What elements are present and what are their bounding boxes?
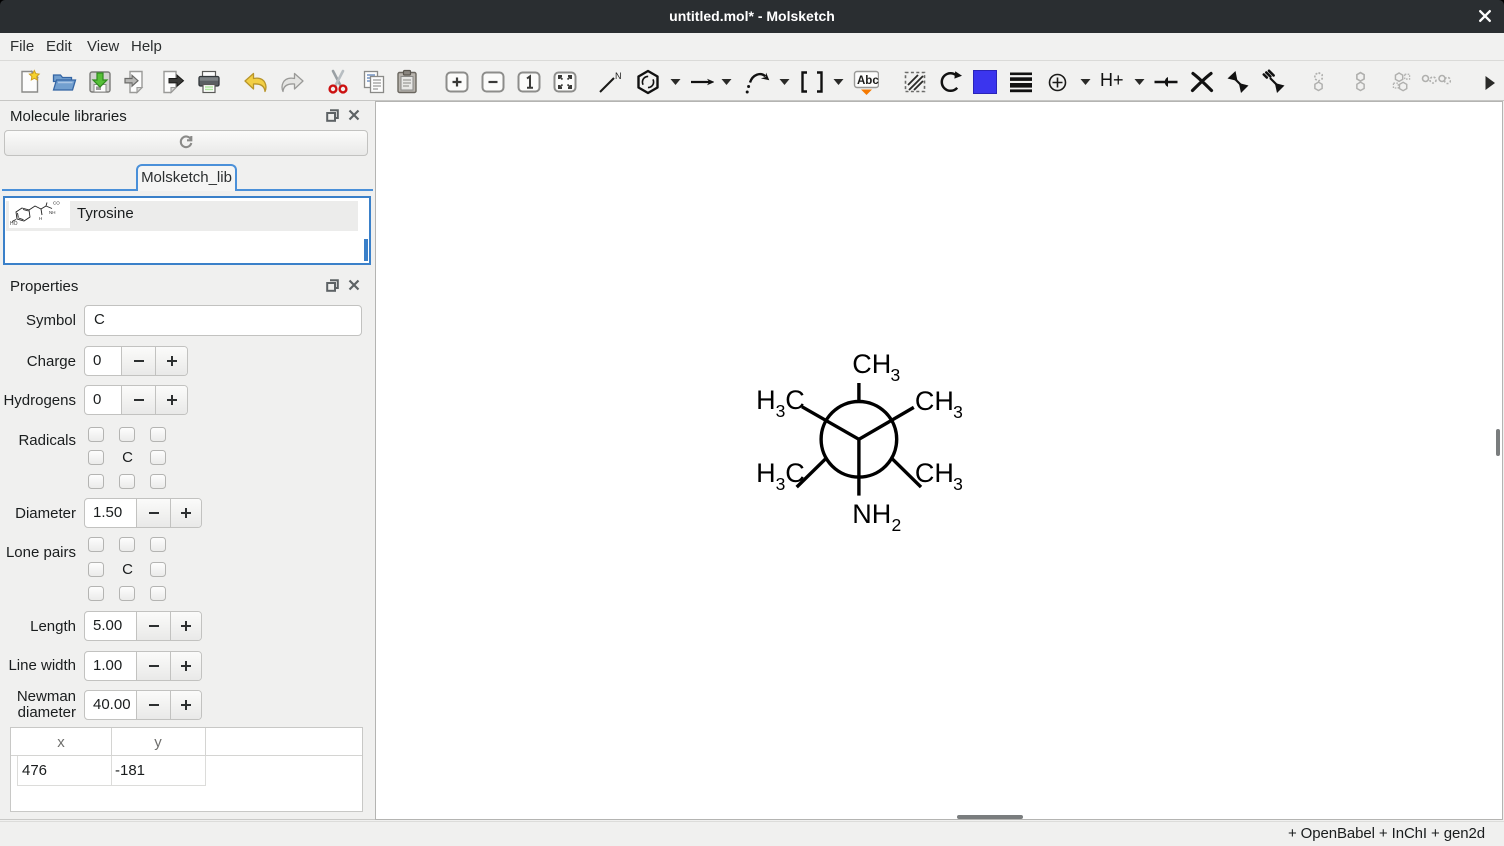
svg-text:HO: HO [10, 221, 18, 227]
svg-text:3: 3 [776, 474, 786, 494]
svg-text:3: 3 [953, 402, 963, 422]
svg-text:NH: NH [49, 210, 56, 215]
svg-text:2: 2 [892, 515, 902, 535]
svg-text:NH: NH [852, 499, 891, 529]
svg-text:CH: CH [915, 386, 954, 416]
svg-text:N: N [615, 71, 622, 81]
svg-text:H: H [756, 458, 776, 488]
svg-text:CH: CH [915, 458, 954, 488]
svg-text:3: 3 [953, 474, 963, 494]
svg-text:C: C [785, 385, 805, 415]
svg-text:CO: CO [53, 201, 60, 206]
svg-text:C: C [785, 458, 805, 488]
svg-text:H: H [39, 216, 42, 221]
svg-text:3: 3 [891, 365, 901, 385]
svg-text:CH: CH [852, 349, 891, 379]
svg-text:H: H [756, 385, 776, 415]
svg-text:Abc: Abc [857, 75, 879, 87]
svg-text:3: 3 [776, 401, 786, 421]
